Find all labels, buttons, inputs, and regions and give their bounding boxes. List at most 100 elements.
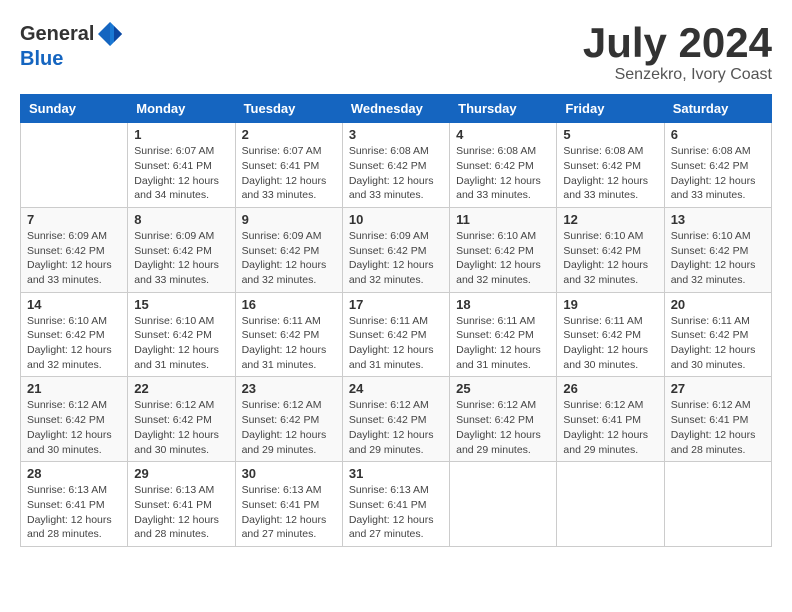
day-number: 29 [134, 466, 228, 481]
calendar-cell: 21 Sunrise: 6:12 AM Sunset: 6:42 PM Dayli… [21, 377, 128, 462]
day-info: Sunrise: 6:09 AM Sunset: 6:42 PM Dayligh… [27, 229, 121, 288]
calendar-cell: 9 Sunrise: 6:09 AM Sunset: 6:42 PM Daylig… [235, 207, 342, 292]
day-info: Sunrise: 6:11 AM Sunset: 6:42 PM Dayligh… [242, 314, 336, 373]
calendar-cell: 24 Sunrise: 6:12 AM Sunset: 6:42 PM Dayli… [342, 377, 449, 462]
day-info: Sunrise: 6:09 AM Sunset: 6:42 PM Dayligh… [349, 229, 443, 288]
calendar-cell: 31Sunrise: 6:13 AM Sunset: 6:41 PM Dayli… [342, 462, 449, 547]
calendar-cell: 17 Sunrise: 6:11 AM Sunset: 6:42 PM Dayli… [342, 292, 449, 377]
day-info: Sunrise: 6:12 AM Sunset: 6:42 PM Dayligh… [134, 398, 228, 457]
day-info: Sunrise: 6:10 AM Sunset: 6:42 PM Dayligh… [563, 229, 657, 288]
calendar-cell: 16 Sunrise: 6:11 AM Sunset: 6:42 PM Dayli… [235, 292, 342, 377]
calendar-cell: 19 Sunrise: 6:11 AM Sunset: 6:42 PM Dayli… [557, 292, 664, 377]
location-subtitle: Senzekro, Ivory Coast [583, 66, 772, 84]
day-number: 3 [349, 127, 443, 142]
day-info: Sunrise: 6:08 AM Sunset: 6:42 PM Dayligh… [671, 144, 765, 203]
weekday-header-friday: Friday [557, 95, 664, 123]
calendar-cell [450, 462, 557, 547]
day-info: Sunrise: 6:08 AM Sunset: 6:42 PM Dayligh… [349, 144, 443, 203]
day-info: Sunrise: 6:12 AM Sunset: 6:42 PM Dayligh… [349, 398, 443, 457]
day-number: 20 [671, 297, 765, 312]
day-number: 15 [134, 297, 228, 312]
calendar-cell: 7 Sunrise: 6:09 AM Sunset: 6:42 PM Daylig… [21, 207, 128, 292]
calendar-cell: 1Sunrise: 6:07 AM Sunset: 6:41 PM Daylig… [128, 123, 235, 208]
day-info: Sunrise: 6:09 AM Sunset: 6:42 PM Dayligh… [242, 229, 336, 288]
day-number: 8 [134, 212, 228, 227]
day-info: Sunrise: 6:13 AM Sunset: 6:41 PM Dayligh… [349, 483, 443, 542]
day-number: 11 [456, 212, 550, 227]
day-info: Sunrise: 6:10 AM Sunset: 6:42 PM Dayligh… [456, 229, 550, 288]
calendar-cell: 13 Sunrise: 6:10 AM Sunset: 6:42 PM Dayli… [664, 207, 771, 292]
calendar-cell: 18 Sunrise: 6:11 AM Sunset: 6:42 PM Dayli… [450, 292, 557, 377]
calendar-cell: 12 Sunrise: 6:10 AM Sunset: 6:42 PM Dayli… [557, 207, 664, 292]
calendar-cell: 8 Sunrise: 6:09 AM Sunset: 6:42 PM Daylig… [128, 207, 235, 292]
calendar-cell: 22 Sunrise: 6:12 AM Sunset: 6:42 PM Dayli… [128, 377, 235, 462]
day-number: 28 [27, 466, 121, 481]
day-number: 24 [349, 381, 443, 396]
day-info: Sunrise: 6:12 AM Sunset: 6:41 PM Dayligh… [671, 398, 765, 457]
day-number: 10 [349, 212, 443, 227]
month-title: July 2024 [583, 20, 772, 66]
calendar-cell: 4Sunrise: 6:08 AM Sunset: 6:42 PM Daylig… [450, 123, 557, 208]
weekday-header-row: SundayMondayTuesdayWednesdayThursdayFrid… [21, 95, 772, 123]
day-number: 18 [456, 297, 550, 312]
logo-icon [96, 20, 124, 48]
day-number: 17 [349, 297, 443, 312]
calendar-cell [557, 462, 664, 547]
calendar-cell: 27 Sunrise: 6:12 AM Sunset: 6:41 PM Dayli… [664, 377, 771, 462]
day-number: 4 [456, 127, 550, 142]
day-info: Sunrise: 6:10 AM Sunset: 6:42 PM Dayligh… [134, 314, 228, 373]
calendar-cell: 11 Sunrise: 6:10 AM Sunset: 6:42 PM Dayli… [450, 207, 557, 292]
day-info: Sunrise: 6:08 AM Sunset: 6:42 PM Dayligh… [563, 144, 657, 203]
weekday-header-sunday: Sunday [21, 95, 128, 123]
day-number: 21 [27, 381, 121, 396]
calendar-week-2: 7 Sunrise: 6:09 AM Sunset: 6:42 PM Daylig… [21, 207, 772, 292]
day-number: 23 [242, 381, 336, 396]
page-header: General Blue July 2024 Senzekro, Ivory C… [20, 20, 772, 84]
calendar-week-1: 1 Sunrise: 6:07 AM Sunset: 6:41 PM Daylig… [21, 123, 772, 208]
day-number: 9 [242, 212, 336, 227]
day-number: 6 [671, 127, 765, 142]
day-number: 7 [27, 212, 121, 227]
day-number: 22 [134, 381, 228, 396]
day-info: Sunrise: 6:11 AM Sunset: 6:42 PM Dayligh… [349, 314, 443, 373]
calendar-cell: 10 Sunrise: 6:09 AM Sunset: 6:42 PM Dayli… [342, 207, 449, 292]
calendar-cell: 29 Sunrise: 6:13 AM Sunset: 6:41 PM Dayli… [128, 462, 235, 547]
calendar-cell: 25Sunrise: 6:12 AM Sunset: 6:42 PM Dayli… [450, 377, 557, 462]
calendar-body: 1 Sunrise: 6:07 AM Sunset: 6:41 PM Daylig… [21, 123, 772, 547]
weekday-header-tuesday: Tuesday [235, 95, 342, 123]
calendar-cell: 15 Sunrise: 6:10 AM Sunset: 6:42 PM Dayli… [128, 292, 235, 377]
day-number: 16 [242, 297, 336, 312]
day-info: Sunrise: 6:11 AM Sunset: 6:42 PM Dayligh… [563, 314, 657, 373]
day-number: 27 [671, 381, 765, 396]
day-number: 5 [563, 127, 657, 142]
day-info: Sunrise: 6:12 AM Sunset: 6:42 PM Dayligh… [27, 398, 121, 457]
day-number: 2 [242, 127, 336, 142]
weekday-header-wednesday: Wednesday [342, 95, 449, 123]
calendar-cell [664, 462, 771, 547]
day-info: Sunrise: 6:13 AM Sunset: 6:41 PM Dayligh… [134, 483, 228, 542]
weekday-header-thursday: Thursday [450, 95, 557, 123]
day-number: 1 [134, 127, 228, 142]
calendar-cell: 30 Sunrise: 6:13 AM Sunset: 6:41 PM Dayli… [235, 462, 342, 547]
calendar-cell: 6 Sunrise: 6:08 AM Sunset: 6:42 PM Daylig… [664, 123, 771, 208]
calendar-cell: 3 Sunrise: 6:08 AM Sunset: 6:42 PM Daylig… [342, 123, 449, 208]
calendar-cell: 28 Sunrise: 6:13 AM Sunset: 6:41 PM Dayli… [21, 462, 128, 547]
calendar-table: SundayMondayTuesdayWednesdayThursdayFrid… [20, 94, 772, 547]
day-info: Sunrise: 6:10 AM Sunset: 6:42 PM Dayligh… [671, 229, 765, 288]
calendar-cell: 20 Sunrise: 6:11 AM Sunset: 6:42 PM Dayli… [664, 292, 771, 377]
day-number: 14 [27, 297, 121, 312]
day-number: 12 [563, 212, 657, 227]
day-number: 30 [242, 466, 336, 481]
day-info: Sunrise: 6:13 AM Sunset: 6:41 PM Dayligh… [27, 483, 121, 542]
day-info: Sunrise: 6:10 AM Sunset: 6:42 PM Dayligh… [27, 314, 121, 373]
day-info: Sunrise: 6:11 AM Sunset: 6:42 PM Dayligh… [671, 314, 765, 373]
day-info: Sunrise: 6:13 AM Sunset: 6:41 PM Dayligh… [242, 483, 336, 542]
day-info: Sunrise: 6:07 AM Sunset: 6:41 PM Dayligh… [242, 144, 336, 203]
day-number: 19 [563, 297, 657, 312]
calendar-week-4: 21 Sunrise: 6:12 AM Sunset: 6:42 PM Dayli… [21, 377, 772, 462]
day-info: Sunrise: 6:11 AM Sunset: 6:42 PM Dayligh… [456, 314, 550, 373]
logo-blue-text: Blue [20, 48, 63, 71]
calendar-week-3: 14 Sunrise: 6:10 AM Sunset: 6:42 PM Dayli… [21, 292, 772, 377]
day-number: 13 [671, 212, 765, 227]
day-info: Sunrise: 6:09 AM Sunset: 6:42 PM Dayligh… [134, 229, 228, 288]
